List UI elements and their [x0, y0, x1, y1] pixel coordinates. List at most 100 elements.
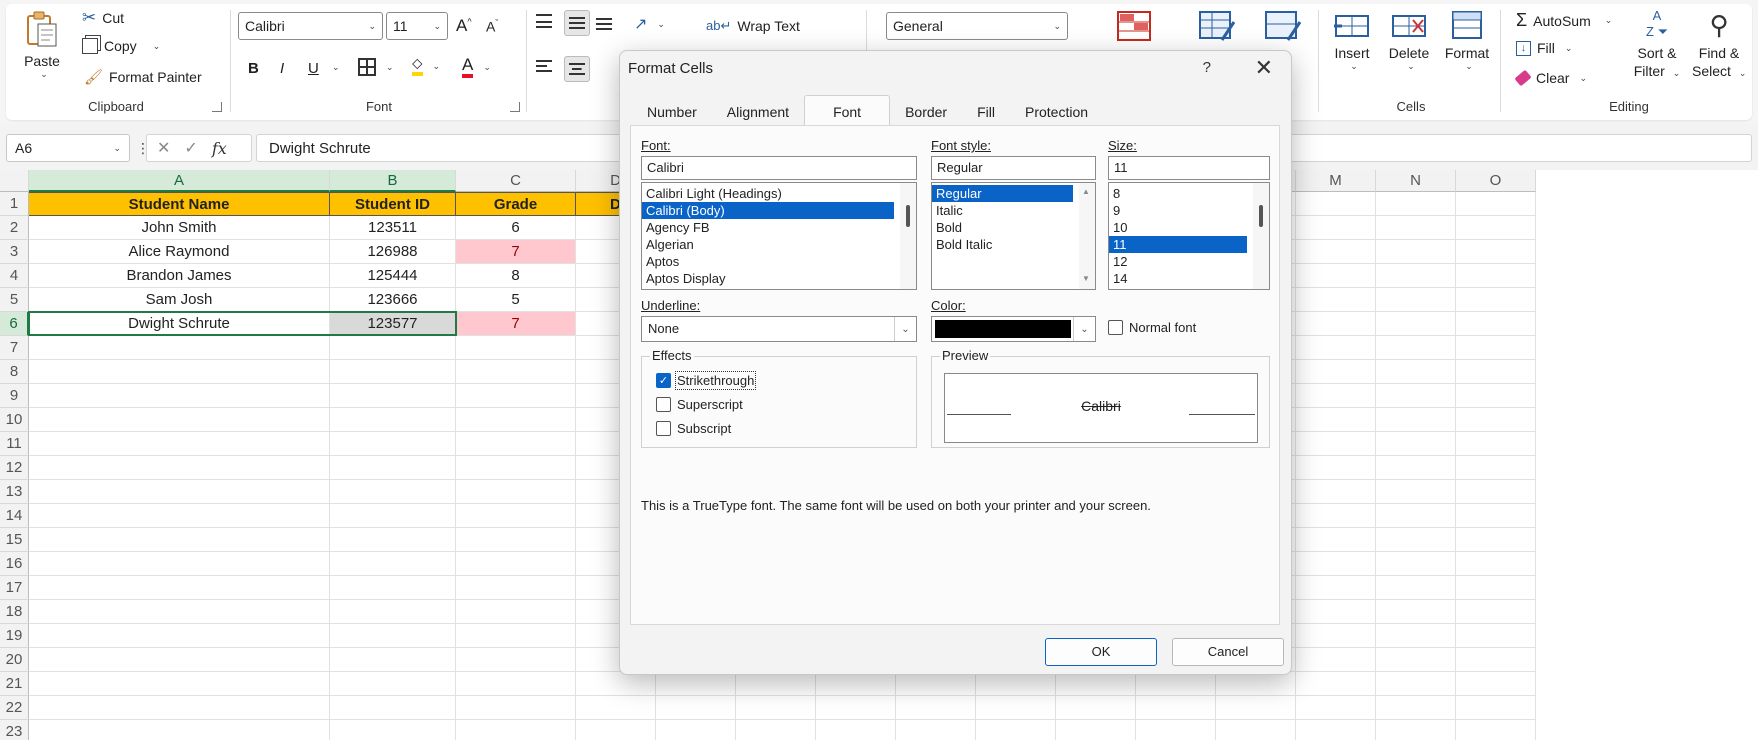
autosum-button[interactable]: Σ AutoSum ⌄: [1516, 10, 1612, 31]
cell-c21[interactable]: [456, 672, 576, 696]
insert-button[interactable]: Insert ⌄: [1328, 10, 1376, 72]
copy-button[interactable]: Copy ⌄: [82, 38, 160, 54]
wrap-text-button[interactable]: ab↵ Wrap Text: [706, 18, 800, 34]
sort-filter-button[interactable]: AZ ⏷ Sort & Filter ⌄: [1632, 8, 1682, 82]
cell-b18[interactable]: [330, 600, 456, 624]
color-dropdown[interactable]: ⌄: [931, 316, 1096, 342]
font-style-list[interactable]: Regular Italic Bold Bold Italic ▲ ▼: [931, 182, 1096, 290]
cell-c14[interactable]: [456, 504, 576, 528]
align-center-button[interactable]: [564, 56, 590, 82]
cell-b8[interactable]: [330, 360, 456, 384]
cell-b7[interactable]: [330, 336, 456, 360]
cell-m5[interactable]: [1296, 288, 1376, 312]
row-header-15[interactable]: 15: [0, 528, 29, 552]
cell-a14[interactable]: [29, 504, 330, 528]
cancel-button[interactable]: Cancel: [1172, 638, 1284, 666]
insert-function-icon[interactable]: fx: [212, 139, 227, 158]
conditional-formatting-button[interactable]: [1116, 10, 1152, 45]
cell-n7[interactable]: [1376, 336, 1456, 360]
fill-button[interactable]: ↓ Fill ⌄: [1516, 40, 1572, 56]
cell-b20[interactable]: [330, 648, 456, 672]
cell-a5[interactable]: Sam Josh: [29, 288, 330, 312]
cell-l23[interactable]: [1216, 720, 1296, 740]
row-header-22[interactable]: 22: [0, 696, 29, 720]
font-name-combo[interactable]: Calibri ⌄: [238, 12, 383, 40]
cell-c4[interactable]: 8: [456, 264, 576, 288]
row-header-9[interactable]: 9: [0, 384, 29, 408]
italic-button[interactable]: I: [280, 60, 284, 77]
font-list[interactable]: Calibri Light (Headings) Calibri (Body) Ag…: [641, 182, 917, 290]
cell-n14[interactable]: [1376, 504, 1456, 528]
cell-o8[interactable]: [1456, 360, 1536, 384]
cell-c5[interactable]: 5: [456, 288, 576, 312]
cell-n21[interactable]: [1376, 672, 1456, 696]
cell-c23[interactable]: [456, 720, 576, 740]
cell-c22[interactable]: [456, 696, 576, 720]
cell-n11[interactable]: [1376, 432, 1456, 456]
cell-f22[interactable]: [736, 696, 816, 720]
cell-a10[interactable]: [29, 408, 330, 432]
column-header-n[interactable]: N: [1376, 170, 1456, 192]
cell-b17[interactable]: [330, 576, 456, 600]
fill-color-button[interactable]: ⬦ ⌄: [412, 56, 440, 76]
row-header-12[interactable]: 12: [0, 456, 29, 480]
list-item[interactable]: Aptos: [642, 253, 894, 270]
row-header-8[interactable]: 8: [0, 360, 29, 384]
list-item[interactable]: 8: [1109, 185, 1247, 202]
align-left-button[interactable]: [536, 60, 552, 72]
cell-k22[interactable]: [1136, 696, 1216, 720]
cell-a13[interactable]: [29, 480, 330, 504]
list-item[interactable]: Calibri Light (Headings): [642, 185, 894, 202]
cell-m1[interactable]: [1296, 192, 1376, 216]
bottom-align-button[interactable]: [596, 16, 612, 30]
cell-o3[interactable]: [1456, 240, 1536, 264]
bold-button[interactable]: B: [248, 60, 259, 77]
cell-m13[interactable]: [1296, 480, 1376, 504]
list-item[interactable]: Bold: [932, 219, 1073, 236]
cell-n3[interactable]: [1376, 240, 1456, 264]
column-header-m[interactable]: M: [1296, 170, 1376, 192]
cell-n5[interactable]: [1376, 288, 1456, 312]
delete-button[interactable]: Delete ⌄: [1384, 10, 1434, 72]
cell-d22[interactable]: [576, 696, 656, 720]
cell-n13[interactable]: [1376, 480, 1456, 504]
cell-m8[interactable]: [1296, 360, 1376, 384]
cell-n20[interactable]: [1376, 648, 1456, 672]
cell-m20[interactable]: [1296, 648, 1376, 672]
cell-n2[interactable]: [1376, 216, 1456, 240]
find-select-button[interactable]: ⚲ Find & Select ⌄: [1692, 8, 1746, 82]
row-header-2[interactable]: 2: [0, 216, 29, 240]
cell-b6[interactable]: 123577: [330, 312, 456, 336]
cell-c19[interactable]: [456, 624, 576, 648]
cell-a4[interactable]: Brandon James: [29, 264, 330, 288]
column-header-b[interactable]: B: [330, 170, 456, 192]
cell-a9[interactable]: [29, 384, 330, 408]
font-style-input[interactable]: Regular: [931, 156, 1096, 180]
cell-c13[interactable]: [456, 480, 576, 504]
size-input[interactable]: 11: [1108, 156, 1270, 180]
cell-l21[interactable]: [1216, 672, 1296, 696]
list-item[interactable]: Agency FB: [642, 219, 894, 236]
cell-h21[interactable]: [896, 672, 976, 696]
cell-n12[interactable]: [1376, 456, 1456, 480]
dialog-launcher-icon[interactable]: [510, 102, 520, 112]
cell-a17[interactable]: [29, 576, 330, 600]
underline-button[interactable]: U: [308, 60, 319, 77]
cell-n23[interactable]: [1376, 720, 1456, 740]
cell-n22[interactable]: [1376, 696, 1456, 720]
cell-b16[interactable]: [330, 552, 456, 576]
cell-o17[interactable]: [1456, 576, 1536, 600]
cell-m21[interactable]: [1296, 672, 1376, 696]
cell-m3[interactable]: [1296, 240, 1376, 264]
cell-a22[interactable]: [29, 696, 330, 720]
cell-o15[interactable]: [1456, 528, 1536, 552]
cell-b3[interactable]: 126988: [330, 240, 456, 264]
list-item[interactable]: 14: [1109, 270, 1247, 287]
cell-c12[interactable]: [456, 456, 576, 480]
cell-a19[interactable]: [29, 624, 330, 648]
scroll-thumb[interactable]: [906, 205, 910, 227]
cell-n15[interactable]: [1376, 528, 1456, 552]
top-align-button[interactable]: [536, 14, 552, 28]
scroll-down-icon[interactable]: ▼: [1082, 274, 1090, 283]
cell-m19[interactable]: [1296, 624, 1376, 648]
